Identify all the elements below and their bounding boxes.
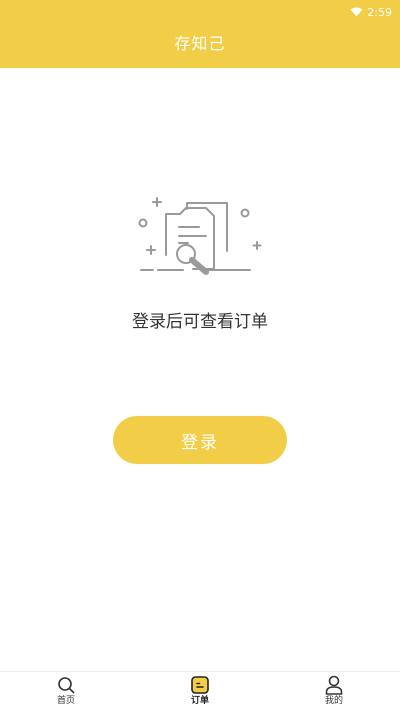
search-icon	[57, 675, 75, 695]
wifi-icon	[350, 7, 363, 17]
page-title: 存知己	[174, 34, 226, 53]
tab-orders[interactable]: 订单	[170, 672, 230, 712]
tab-home[interactable]: 首页	[36, 672, 96, 712]
tab-profile-label: 我的	[324, 696, 343, 706]
user-icon	[325, 675, 343, 695]
tab-orders-label: 订单	[190, 696, 209, 706]
document-search-icon	[138, 197, 262, 275]
tab-home-label: 首页	[56, 696, 75, 706]
status-time: 2:59	[367, 5, 392, 19]
app-header: 2:59 存知己	[0, 0, 400, 68]
login-button[interactable]: 登录	[113, 416, 287, 464]
tab-profile[interactable]: 我的	[304, 672, 364, 712]
bottom-tab-bar: 首页 订单 我的	[0, 671, 400, 712]
order-icon	[191, 675, 209, 695]
status-bar: 2:59	[350, 4, 392, 20]
empty-state-message: 登录后可查看订单	[132, 312, 268, 332]
